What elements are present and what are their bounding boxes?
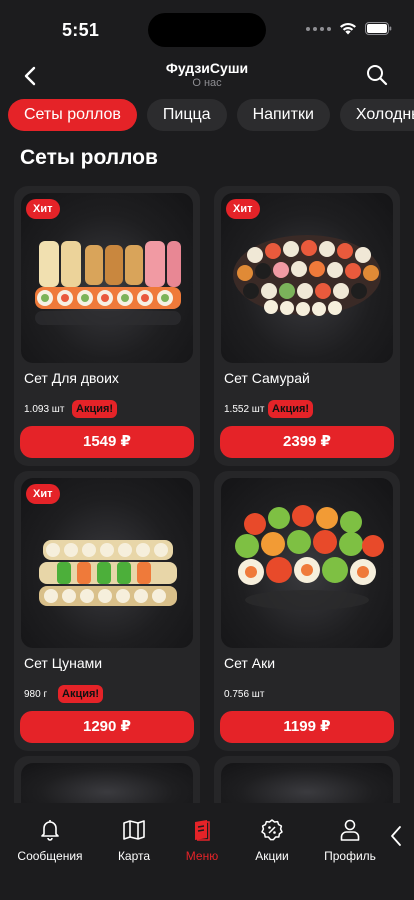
map-icon <box>123 820 145 840</box>
nav-label: Профиль <box>324 849 376 863</box>
chevron-left-icon <box>391 826 401 846</box>
price-button[interactable]: 1199 ₽ <box>220 711 394 743</box>
hit-badge: Хит <box>26 484 60 504</box>
nav-profile[interactable]: Профиль <box>310 817 390 863</box>
price-button[interactable]: 1549 ₽ <box>20 426 194 458</box>
nav-menu[interactable]: Меню <box>162 817 242 863</box>
category-tabs: Сеты роллов Пицца Напитки Холодные <box>8 99 414 131</box>
nav-label: Меню <box>185 849 219 863</box>
nav-promotions[interactable]: Акции <box>232 817 312 863</box>
tab-drinks[interactable]: Напитки <box>236 99 330 131</box>
hit-badge: Хит <box>26 199 60 219</box>
product-image: Хит <box>221 193 393 363</box>
discount-icon <box>261 819 283 841</box>
bottom-nav: Сообщения Карта Меню Акции Профиль <box>0 803 414 900</box>
promo-badge: Акция! <box>58 685 104 703</box>
status-icons <box>306 22 392 35</box>
tab-sets[interactable]: Сеты роллов <box>8 99 137 131</box>
dynamic-island <box>148 13 266 47</box>
tab-pizza[interactable]: Пицца <box>146 99 227 131</box>
tab-cold[interactable]: Холодные <box>339 99 414 131</box>
product-name: Сет Цунами <box>24 655 103 671</box>
bell-icon <box>41 820 59 841</box>
promo-badge: Акция! <box>268 400 314 418</box>
header: ФудзиСуши О нас <box>0 56 414 96</box>
product-name: Сет Самурай <box>224 370 310 386</box>
section-title: Сеты роллов <box>20 146 158 169</box>
price-button[interactable]: 1290 ₽ <box>20 711 194 743</box>
search-icon <box>367 65 388 86</box>
sushi-set-image <box>235 505 384 610</box>
product-weight: 1.093 шт <box>24 404 65 415</box>
status-time: 5:51 <box>62 20 100 40</box>
price-button[interactable]: 2399 ₽ <box>220 426 394 458</box>
product-weight: 0.756 шт <box>224 689 265 700</box>
hit-badge: Хит <box>226 199 260 219</box>
profile-icon <box>340 819 360 841</box>
product-name: Сет Аки <box>224 655 276 671</box>
status-bar: 5:51 <box>0 0 414 56</box>
nav-label: Акции <box>255 849 289 863</box>
product-card[interactable]: Хит Сет Цунами 980 г Акция! 1290 ₽ <box>14 471 200 751</box>
battery-icon <box>365 22 392 35</box>
nav-messages[interactable]: Сообщения <box>10 817 90 863</box>
product-name: Сет Для двоих <box>24 370 119 386</box>
product-image: Хит <box>21 478 193 648</box>
product-image: Хит <box>21 193 193 363</box>
signal-icon <box>306 26 331 31</box>
product-card[interactable]: Хит Сет Для двоих 1.093 шт Акция! 1549 ₽ <box>14 186 200 466</box>
menu-book-icon <box>195 820 210 841</box>
wifi-icon <box>340 23 356 35</box>
restaurant-title: ФудзиСуши <box>165 60 249 76</box>
product-card[interactable]: Сет Аки 0.756 шт 1199 ₽ <box>214 471 400 751</box>
search-button[interactable] <box>364 62 390 88</box>
product-weight: 1.552 шт <box>224 404 265 415</box>
product-weight: 980 г <box>24 689 48 700</box>
product-card[interactable]: Хит Сет Самурай 1.552 шт Акция! 2399 ₽ <box>214 186 400 466</box>
nav-more-button[interactable] <box>386 823 406 849</box>
nav-label: Сообщения <box>17 849 83 863</box>
product-image <box>221 478 393 648</box>
about-link[interactable]: О нас <box>0 77 414 89</box>
promo-badge: Акция! <box>72 400 118 418</box>
